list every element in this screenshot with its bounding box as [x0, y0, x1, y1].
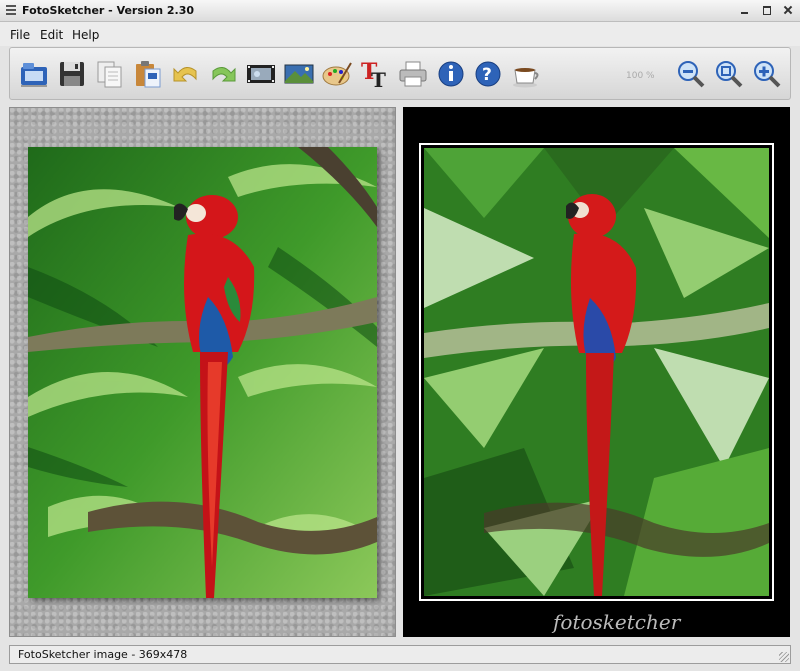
- menu-bar: File Edit Help: [0, 22, 800, 46]
- svg-text:T: T: [371, 68, 386, 89]
- status-bar: FotoSketcher image - 369x478: [9, 645, 791, 664]
- copy-icon[interactable]: [94, 59, 126, 89]
- menu-edit[interactable]: Edit: [40, 28, 63, 42]
- redo-icon[interactable]: [207, 59, 239, 89]
- status-text: FotoSketcher image - 369x478: [18, 648, 188, 661]
- close-button[interactable]: [781, 4, 795, 17]
- print-icon[interactable]: [397, 59, 429, 89]
- coffee-icon[interactable]: [510, 59, 542, 89]
- info-icon[interactable]: [435, 59, 467, 89]
- window-title: FotoSketcher - Version 2.30: [22, 4, 195, 17]
- zoom-out-icon[interactable]: [675, 59, 707, 89]
- paste-icon[interactable]: [132, 59, 164, 89]
- landscape-icon[interactable]: [283, 59, 315, 89]
- zoom-level-label: 100 %: [626, 71, 655, 81]
- title-bar: FotoSketcher - Version 2.30: [0, 0, 800, 22]
- system-menu-icon[interactable]: [6, 5, 16, 16]
- text-icon[interactable]: TT: [359, 59, 391, 89]
- save-icon[interactable]: [56, 59, 88, 89]
- menu-file[interactable]: File: [10, 28, 30, 42]
- svg-text:?: ?: [482, 65, 492, 85]
- zoom-actual-icon[interactable]: [713, 59, 745, 89]
- film-strip-icon[interactable]: [245, 59, 277, 89]
- help-icon[interactable]: ?: [472, 59, 504, 89]
- undo-icon[interactable]: [170, 59, 202, 89]
- sketch-photo[interactable]: [424, 148, 769, 596]
- resize-grip[interactable]: [779, 652, 789, 662]
- palette-icon[interactable]: [321, 59, 353, 89]
- zoom-in-icon[interactable]: [751, 59, 783, 89]
- menu-help[interactable]: Help: [72, 28, 99, 42]
- maximize-button[interactable]: [760, 4, 774, 17]
- sketch-signature: fotosketcher: [553, 610, 681, 634]
- open-icon[interactable]: [18, 59, 50, 89]
- original-photo[interactable]: [28, 147, 377, 598]
- minimize-button[interactable]: [738, 4, 752, 17]
